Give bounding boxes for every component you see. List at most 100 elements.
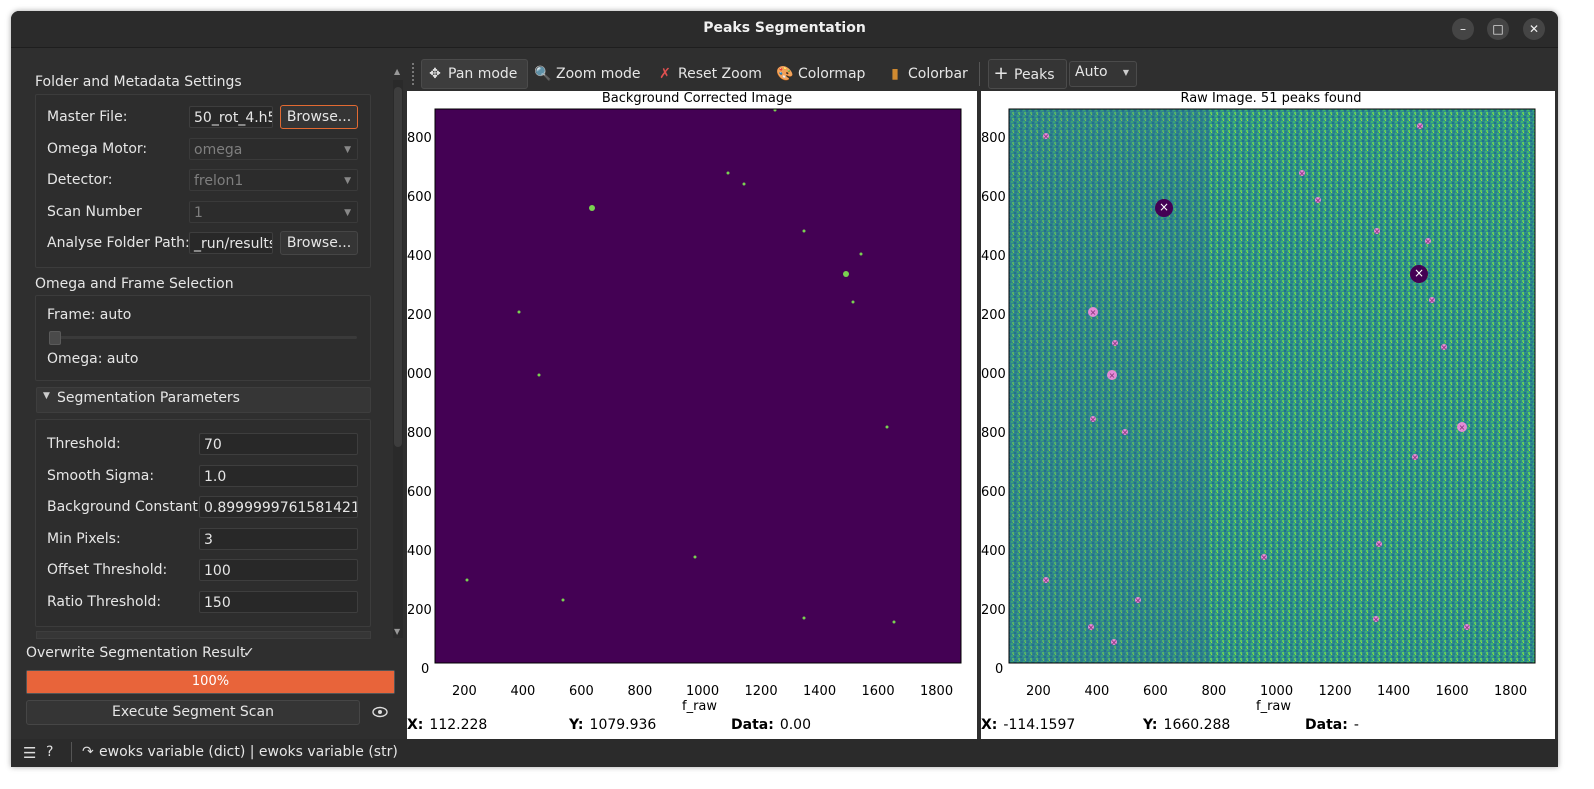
scan-number-select[interactable]: 1 ▼ [189, 201, 358, 223]
left-image-area [435, 109, 961, 663]
analyse-folder-field[interactable]: _run/results [189, 232, 273, 254]
omega-motor-select[interactable]: omega ▼ [189, 138, 358, 160]
peak-spot [892, 620, 896, 624]
master-file-browse-button[interactable]: Browse... [280, 105, 358, 129]
right-x-readout: X: -114.1597 [981, 717, 1075, 733]
peak-x-marker: × [1088, 623, 1095, 632]
detector-label: Detector: [47, 172, 113, 188]
master-file-field[interactable]: 50_rot_4.h5 [189, 106, 273, 128]
peak-spot [517, 310, 521, 314]
right-image-dark-band [1009, 109, 1209, 663]
y-tick-label: 200 [407, 308, 432, 323]
x-tick-label: 600 [569, 684, 594, 699]
peak-x-marker: × [1459, 423, 1466, 432]
param-label: Offset Threshold: [47, 562, 168, 578]
param-label: Ratio Threshold: [47, 593, 162, 610]
left-data-readout: Data: 0.00 [731, 717, 811, 733]
left-x-axis-label: f_raw [682, 699, 718, 714]
execute-segment-scan-button[interactable]: Execute Segment Scan [26, 700, 360, 725]
x-tick-label: 1200 [1318, 684, 1352, 699]
peaks-button[interactable]: + Peaks [992, 60, 1055, 88]
y-label: Y: [1143, 717, 1158, 733]
peak-spot [561, 598, 565, 602]
maximize-icon[interactable]: □ [1487, 18, 1509, 40]
peak-x-marker: × [1043, 576, 1050, 585]
toolbar-grip[interactable] [412, 63, 418, 85]
peak-spot [851, 300, 855, 304]
x-value: -114.1597 [1003, 717, 1076, 733]
peak-x-marker: × [1429, 296, 1436, 305]
peak-spot [843, 271, 849, 277]
chevron-down-icon: ▼ [344, 145, 351, 155]
param-label: Threshold: [47, 436, 121, 452]
omega-label: Omega: auto [47, 351, 139, 367]
peak-spot [589, 205, 595, 211]
scroll-down-icon[interactable]: ▼ [394, 627, 400, 636]
y-tick-label: 000 [981, 367, 1006, 382]
x-tick-label: 200 [1026, 684, 1051, 699]
param-input[interactable]: 150 [199, 590, 358, 613]
footer-divider [71, 742, 72, 762]
zoom-mode-label: Zoom mode [556, 66, 641, 82]
overwrite-checkbox[interactable]: ✓ [243, 645, 255, 661]
auto-select[interactable]: Auto ▼ [1069, 61, 1137, 87]
reset-zoom-button[interactable]: ✗ Reset Zoom [656, 60, 762, 88]
help-icon[interactable]: ? [46, 744, 53, 760]
peak-x-marker: × [1425, 237, 1432, 246]
x-tick-label: 400 [1084, 684, 1110, 699]
scan-number-label: Scan Number [47, 204, 142, 220]
scan-number-value: 1 [194, 205, 203, 221]
chevron-down-icon: ▼ [344, 176, 351, 186]
peak-x-marker: × [1122, 428, 1129, 437]
param-input[interactable]: 3 [199, 527, 358, 550]
master-file-label: Master File: [47, 109, 128, 125]
peak-spot [465, 578, 469, 582]
peak-x-marker: × [1414, 266, 1424, 280]
x-tick-label: 1800 [1494, 684, 1528, 699]
minimize-icon[interactable]: – [1452, 18, 1474, 40]
left-x-readout: X: 112.228 [407, 717, 487, 733]
peak-x-marker: × [1135, 596, 1142, 605]
auto-select-value: Auto [1075, 64, 1108, 80]
colormap-button[interactable]: 🎨 Colormap [776, 60, 865, 88]
x-tick-label: 200 [452, 684, 477, 699]
peak-spot [742, 182, 746, 186]
data-value: - [1353, 717, 1359, 733]
peak-spot [885, 425, 889, 429]
y-value: 1660.288 [1163, 717, 1231, 733]
x-tick-label: 1000 [1260, 684, 1294, 699]
y-tick-label: 600 [407, 485, 432, 500]
peak-spot [537, 373, 541, 377]
param-input[interactable]: 70 [199, 433, 358, 455]
param-input[interactable]: 1.0 [199, 464, 358, 487]
pan-mode-button[interactable]: ✥ Pan mode [426, 60, 517, 88]
close-icon[interactable]: ✕ [1523, 18, 1545, 40]
scrollbar-thumb[interactable] [394, 87, 402, 447]
zoom-mode-button[interactable]: 🔍 Zoom mode [534, 60, 641, 88]
frame-slider-track[interactable] [51, 336, 357, 339]
data-label: Data: [731, 717, 774, 733]
title-bar: Peaks Segmentation – □ ✕ [11, 11, 1558, 48]
segmentation-params-title: Segmentation Parameters [57, 390, 240, 406]
segmentation-params-header[interactable]: ▼ Segmentation Parameters [36, 387, 371, 413]
scroll-up-icon[interactable]: ▲ [394, 67, 400, 76]
eye-icon[interactable] [372, 704, 388, 723]
x-label: X: [981, 717, 998, 733]
y-tick-label: 600 [407, 190, 432, 205]
frame-slider-handle[interactable] [49, 331, 61, 345]
param-input[interactable]: 0.8999999761581421 [199, 496, 358, 518]
peak-x-marker: × [1090, 415, 1097, 424]
analyse-folder-browse-button[interactable]: Browse... [280, 231, 358, 255]
x-label: X: [407, 717, 424, 733]
peaks-label: Peaks [1014, 67, 1055, 83]
x-value: 112.228 [429, 717, 488, 733]
param-input[interactable]: 100 [199, 559, 358, 581]
chevron-down-icon: ▼ [344, 208, 351, 218]
window-title: Peaks Segmentation [703, 20, 866, 36]
menu-icon[interactable]: ☰ [23, 744, 36, 762]
param-label: Min Pixels: [47, 530, 121, 547]
chevron-down-icon: ▼ [1122, 68, 1129, 77]
detector-value: frelon1 [194, 173, 244, 189]
detector-select[interactable]: frelon1 ▼ [189, 169, 358, 191]
colorbar-button[interactable]: ▮ Colorbar [886, 60, 968, 88]
